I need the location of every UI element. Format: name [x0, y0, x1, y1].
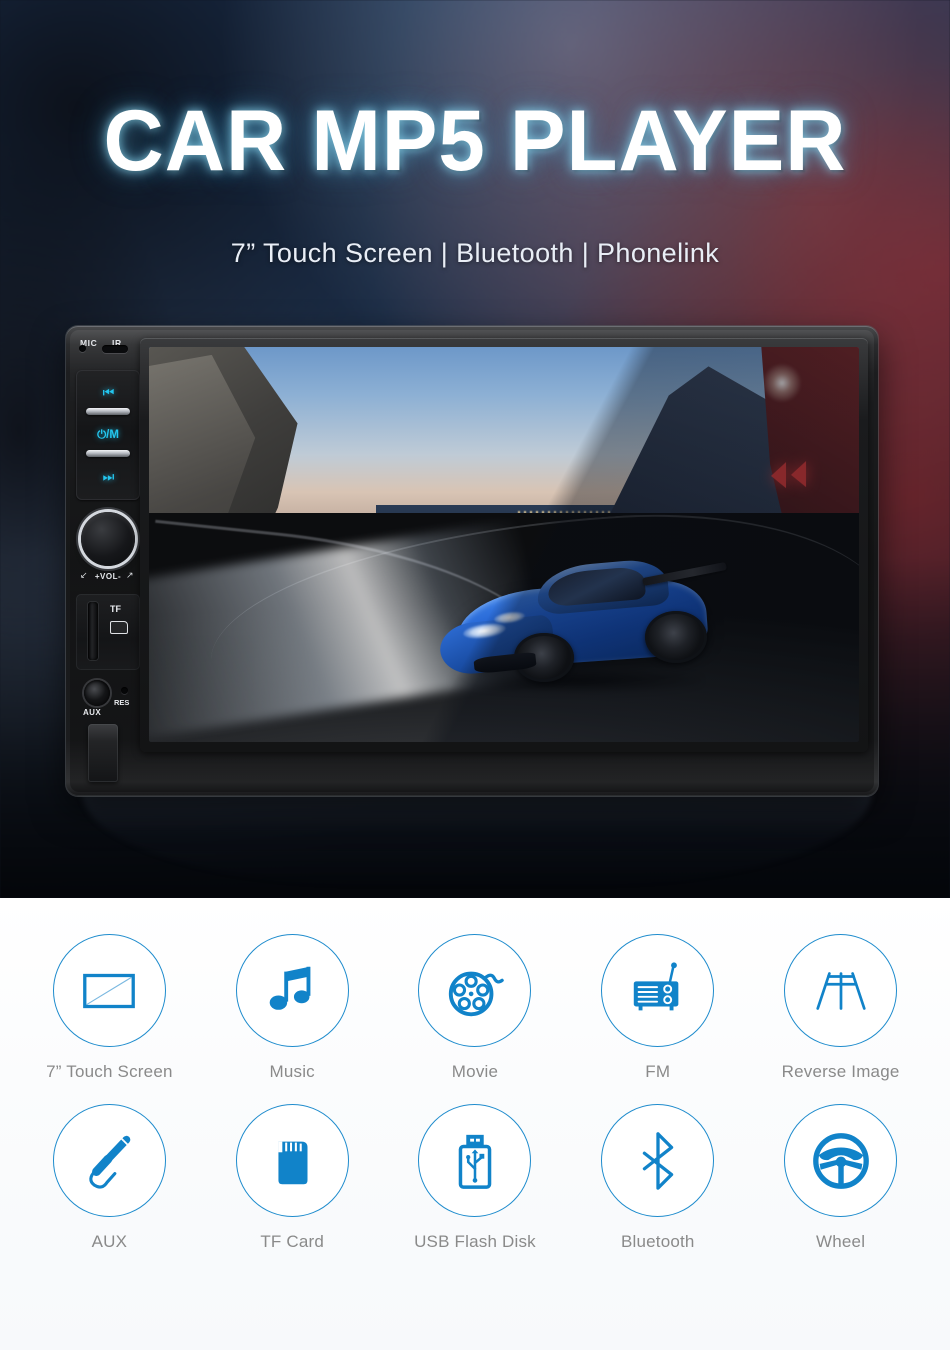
- tf-card-slot[interactable]: [88, 602, 98, 660]
- film-reel-icon: [448, 971, 504, 1016]
- feature-icon-circle: [235, 934, 349, 1047]
- hero-banner: CAR MP5 PLAYER 7” Touch Screen | Bluetoo…: [0, 0, 950, 898]
- car-stereo-device: MIC IR ⏮ ⏻/M ⏭ ↙ ↗ +VOL- TF AUX RES: [66, 326, 878, 796]
- tf-card-area: TF: [76, 594, 140, 670]
- feature-label: Movie: [451, 1062, 499, 1081]
- reset-label: RES: [114, 698, 130, 707]
- steering-wheel-icon: [812, 1132, 869, 1189]
- next-track-button[interactable]: ⏭: [76, 456, 140, 498]
- volume-knob[interactable]: [81, 512, 135, 566]
- feature-row-1: 7” Touch Screen Music Movie FM Reverse I…: [0, 934, 950, 1082]
- feature-icon-circle: [52, 1104, 166, 1217]
- touch-screen-display[interactable]: [149, 347, 859, 742]
- aux-jack-icon: [89, 1135, 131, 1189]
- product-page: CAR MP5 PLAYER 7” Touch Screen | Bluetoo…: [0, 0, 950, 1350]
- usb-flash-drive-icon: [458, 1134, 492, 1189]
- feature-item-wheel[interactable]: Wheel: [756, 1104, 926, 1252]
- feature-icon-circle: [601, 934, 715, 1047]
- feature-icon-circle: [784, 934, 898, 1047]
- chevron-arrow-icon: [770, 461, 786, 489]
- feature-icon-circle: [235, 1104, 349, 1217]
- feature-label: FM: [645, 1062, 671, 1081]
- feature-label: TF Card: [260, 1232, 325, 1251]
- feature-label: Music: [269, 1062, 315, 1081]
- feature-grid: 7” Touch Screen Music Movie FM Reverse I…: [0, 898, 950, 1350]
- feature-icon-circle: [418, 934, 532, 1047]
- scene-sports-car: [437, 545, 727, 703]
- feature-label: AUX: [91, 1232, 128, 1251]
- volume-label: +VOL-: [94, 572, 122, 581]
- feature-label: Wheel: [815, 1232, 866, 1251]
- feature-label: USB Flash Disk: [414, 1232, 536, 1251]
- tf-label: TF: [110, 604, 121, 614]
- control-panel: MIC IR ⏮ ⏻/M ⏭ ↙ ↗ +VOL- TF AUX RES: [72, 332, 144, 790]
- feature-label: 7” Touch Screen: [46, 1062, 173, 1081]
- car-rear-wheel: [644, 610, 708, 663]
- infrared-window-icon: [102, 345, 128, 353]
- chevron-arrow-icon: [790, 460, 806, 488]
- feature-icon-circle: [418, 1104, 532, 1217]
- button-block: ⏮ ⏻/M ⏭: [76, 370, 140, 500]
- feature-item-tf-card[interactable]: TF Card: [207, 1104, 377, 1252]
- aux-jack-port[interactable]: [84, 680, 110, 706]
- feature-item-touch-screen[interactable]: 7” Touch Screen: [24, 934, 194, 1082]
- feature-item-aux[interactable]: AUX: [24, 1104, 194, 1252]
- microphone-icon: [79, 345, 86, 352]
- scene-chevron-signs: [770, 460, 806, 489]
- scene-light-flare: [762, 362, 803, 403]
- device-chassis: MIC IR ⏮ ⏻/M ⏭ ↙ ↗ +VOL- TF AUX RES: [66, 326, 878, 796]
- screen-bezel: [140, 338, 868, 752]
- parking-guideline-icon: [815, 971, 866, 1010]
- feature-icon-circle: [52, 934, 166, 1047]
- usb-port-cover[interactable]: [88, 724, 118, 782]
- feature-icon-circle: [784, 1104, 898, 1217]
- feature-label: Bluetooth: [620, 1232, 695, 1251]
- page-title: CAR MP5 PLAYER: [103, 93, 847, 189]
- feature-item-reverse-image[interactable]: Reverse Image: [756, 934, 926, 1082]
- feature-item-movie[interactable]: Movie: [390, 934, 560, 1082]
- bluetooth-icon: [642, 1131, 673, 1190]
- aux-label: AUX: [83, 708, 102, 717]
- sd-card-icon: [110, 621, 128, 634]
- feature-item-music[interactable]: Music: [207, 934, 377, 1082]
- music-note-icon: [269, 966, 311, 1010]
- feature-label: Reverse Image: [781, 1062, 900, 1081]
- feature-item-usb[interactable]: USB Flash Disk: [390, 1104, 560, 1252]
- hero-subtitle: 7” Touch Screen | Bluetooth | Phonelink: [230, 238, 720, 268]
- sd-card-icon: [278, 1141, 308, 1184]
- touch-screen-icon: [83, 973, 136, 1008]
- feature-item-bluetooth[interactable]: Bluetooth: [573, 1104, 743, 1252]
- feature-icon-circle: [601, 1104, 715, 1217]
- feature-row-2: AUX TF Card USB Flash Disk Bluetooth Whe…: [0, 1104, 950, 1252]
- feature-item-fm[interactable]: FM: [573, 934, 743, 1082]
- radio-icon: [633, 961, 679, 1010]
- reset-pinhole[interactable]: [121, 687, 128, 694]
